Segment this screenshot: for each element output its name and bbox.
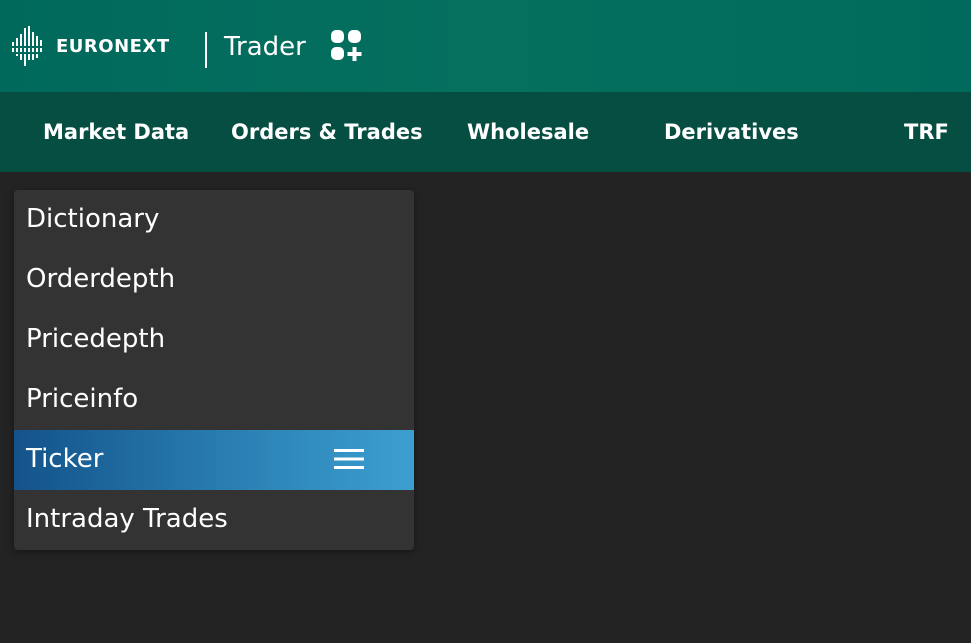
nav-item-derivatives[interactable]: Derivatives — [664, 120, 799, 144]
menu-item-dictionary[interactable]: Dictionary — [14, 190, 414, 250]
menu-item-label: Ticker — [26, 444, 104, 474]
main-navbar: Market Data Orders & Trades Wholesale De… — [0, 92, 971, 172]
market-data-dropdown: Dictionary Orderdepth Pricedepth Pricein… — [14, 190, 414, 550]
nav-item-orders-trades[interactable]: Orders & Trades — [231, 120, 423, 144]
menu-item-label: Orderdepth — [26, 264, 176, 294]
menu-item-orderdepth[interactable]: Orderdepth — [14, 250, 414, 310]
menu-item-pricedepth[interactable]: Pricedepth — [14, 310, 414, 370]
menu-item-ticker[interactable]: Ticker — [14, 430, 414, 490]
menu-item-label: Intraday Trades — [26, 504, 228, 534]
euronext-logo-icon — [12, 26, 44, 66]
menu-item-label: Dictionary — [26, 204, 160, 234]
header-divider — [205, 32, 207, 68]
add-apps-icon[interactable] — [329, 28, 363, 62]
menu-item-intraday-trades[interactable]: Intraday Trades — [14, 490, 414, 550]
menu-item-label: Priceinfo — [26, 384, 139, 414]
nav-item-wholesale[interactable]: Wholesale — [467, 120, 589, 144]
menu-item-priceinfo[interactable]: Priceinfo — [14, 370, 414, 430]
menu-item-label: Pricedepth — [26, 324, 166, 354]
brand-name: EURONEXT — [56, 36, 170, 57]
hamburger-menu-icon[interactable] — [332, 446, 366, 472]
app-header: EURONEXT Trader — [0, 0, 971, 92]
nav-item-market-data[interactable]: Market Data — [43, 120, 189, 144]
product-name: Trader — [224, 32, 306, 62]
nav-item-trf[interactable]: TRF — [904, 120, 949, 144]
